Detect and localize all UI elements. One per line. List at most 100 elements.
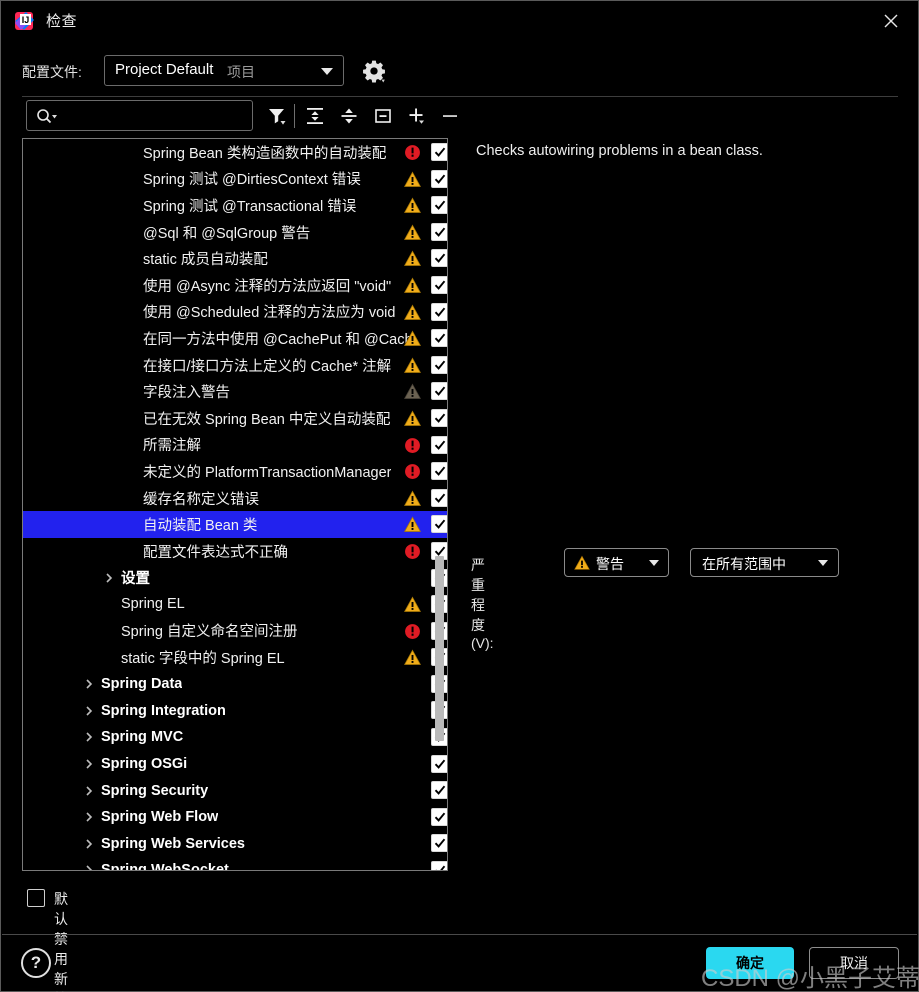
disable-new-inspections-checkbox[interactable] xyxy=(27,889,45,907)
tree-scrollbar-thumb[interactable] xyxy=(435,556,444,741)
tree-row-label: @Sql 和 @SqlGroup 警告 xyxy=(143,225,311,242)
svg-text:IJ: IJ xyxy=(22,15,30,25)
chevron-right-icon[interactable] xyxy=(81,783,97,799)
warning-icon xyxy=(404,250,421,267)
chevron-right-icon[interactable] xyxy=(81,729,97,745)
search-input[interactable] xyxy=(26,100,253,131)
error-icon xyxy=(404,623,421,640)
gear-icon[interactable] xyxy=(361,58,387,84)
tree-row[interactable]: static 字段中的 Spring EL xyxy=(23,644,447,671)
tree-row[interactable]: Spring 测试 @Transactional 错误 xyxy=(23,192,447,219)
header-divider xyxy=(22,96,898,97)
tree-row[interactable]: 在同一方法中使用 @CachePut 和 @Cacheable xyxy=(23,325,447,352)
severity-dropdown[interactable]: 警告 xyxy=(564,548,669,577)
tree-row[interactable]: Spring Web Services xyxy=(23,830,447,857)
tree-row-label: 已在无效 Spring Bean 中定义自动装配 xyxy=(143,411,391,428)
chevron-right-icon[interactable] xyxy=(81,862,97,870)
warning-icon xyxy=(404,410,421,427)
tree-row[interactable]: Spring 测试 @DirtiesContext 错误 xyxy=(23,166,447,193)
chevron-right-icon[interactable] xyxy=(101,570,117,586)
tree-row-label: 使用 @Scheduled 注释的方法应为 void xyxy=(143,305,396,322)
tree-row[interactable]: Spring Security xyxy=(23,777,447,804)
tree-row[interactable]: Spring MVC xyxy=(23,724,447,751)
tree-row-label: Spring Integration xyxy=(101,702,226,719)
tree-row-label: Spring 测试 @DirtiesContext 错误 xyxy=(143,172,361,189)
tree-row-label: Spring Web Flow xyxy=(101,809,219,826)
warning-icon xyxy=(404,357,421,374)
tree-row-label: 在同一方法中使用 @CachePut 和 @Cacheable xyxy=(143,331,411,348)
tree-row[interactable]: 设置 xyxy=(23,565,447,592)
chevron-right-icon[interactable] xyxy=(81,703,97,719)
expand-all-icon[interactable] xyxy=(301,101,329,131)
tree-row[interactable]: 配置文件表达式不正确 xyxy=(23,538,447,565)
profile-label: 配置文件: xyxy=(22,64,82,80)
inspections-tree[interactable]: Spring Bean 类构造函数中的自动装配 Spring 测试 @Dirtie… xyxy=(22,138,448,871)
tree-row-label: Spring 测试 @Transactional 错误 xyxy=(143,198,357,215)
warning-icon xyxy=(404,304,421,321)
reset-icon[interactable] xyxy=(369,101,397,131)
warning-icon xyxy=(404,649,421,666)
error-icon xyxy=(404,543,421,560)
inspection-description: Checks autowiring problems in a bean cla… xyxy=(476,143,763,159)
tree-row-label: Spring 自定义命名空间注册 xyxy=(121,624,298,641)
profile-dropdown[interactable]: Project Default 项目 xyxy=(104,55,344,86)
tree-row-label: 字段注入警告 xyxy=(143,385,230,402)
tree-row[interactable]: Spring WebSocket xyxy=(23,857,447,871)
chevron-right-icon[interactable] xyxy=(81,676,97,692)
window-title: 检查 xyxy=(46,13,78,30)
profile-value: Project Default xyxy=(115,61,214,78)
tree-row[interactable]: 未定义的 PlatformTransactionManager xyxy=(23,458,447,485)
ok-button[interactable]: 确定 xyxy=(706,947,794,979)
remove-icon[interactable] xyxy=(436,101,464,131)
tree-row-label: Spring OSGi xyxy=(101,755,188,772)
chevron-down-icon xyxy=(818,560,828,566)
tree-row[interactable]: Spring 自定义命名空间注册 xyxy=(23,618,447,645)
collapse-all-icon[interactable] xyxy=(335,101,363,131)
tree-row-label: 配置文件表达式不正确 xyxy=(143,544,288,561)
tree-row[interactable]: 已在无效 Spring Bean 中定义自动装配 xyxy=(23,405,447,432)
tree-row[interactable]: 字段注入警告 xyxy=(23,378,447,405)
tree-row[interactable]: Spring EL xyxy=(23,591,447,618)
tree-row[interactable]: Spring OSGi xyxy=(23,751,447,778)
tree-row[interactable]: Spring Web Flow xyxy=(23,804,447,831)
tree-row[interactable]: 使用 @Async 注释的方法应返回 "void" xyxy=(23,272,447,299)
tree-row[interactable]: 所需注解 xyxy=(23,432,447,459)
tree-row-label: Spring Data xyxy=(101,676,183,693)
tree-row[interactable]: Spring Bean 类构造函数中的自动装配 xyxy=(23,139,447,166)
tree-row[interactable]: 缓存名称定义错误 xyxy=(23,485,447,512)
chevron-right-icon[interactable] xyxy=(81,809,97,825)
error-icon xyxy=(404,463,421,480)
close-icon[interactable] xyxy=(872,7,910,35)
tree-row[interactable]: 使用 @Scheduled 注释的方法应为 void xyxy=(23,299,447,326)
title-bar: IJ 检查 xyxy=(1,1,918,41)
scope-dropdown[interactable]: 在所有范围中 xyxy=(690,548,839,577)
tree-row[interactable]: 自动装配 Bean 类 xyxy=(23,511,447,538)
error-icon xyxy=(404,144,421,161)
chevron-right-icon[interactable] xyxy=(81,756,97,772)
filter-icon[interactable] xyxy=(263,101,291,131)
tree-row[interactable]: Spring Integration xyxy=(23,697,447,724)
tree-row[interactable]: Spring Data xyxy=(23,671,447,698)
scope-value: 在所有范围中 xyxy=(702,556,786,572)
add-icon[interactable] xyxy=(403,101,431,131)
help-button[interactable]: ? xyxy=(21,948,51,978)
tree-row-label: 自动装配 Bean 类 xyxy=(143,518,258,535)
inspections-dialog: IJ 检查 配置文件: Project Default 项目 Spring Be… xyxy=(0,0,919,992)
chevron-right-icon[interactable] xyxy=(81,836,97,852)
tree-row[interactable]: 在接口/接口方法上定义的 Cache* 注解 xyxy=(23,352,447,379)
warning-icon xyxy=(404,224,421,241)
tree-row-label: 在接口/接口方法上定义的 Cache* 注解 xyxy=(143,358,392,375)
chevron-down-icon xyxy=(321,68,333,75)
cancel-button[interactable]: 取消 xyxy=(809,947,899,979)
tree-row-label: Spring WebSocket xyxy=(101,862,229,871)
tree-row[interactable]: @Sql 和 @SqlGroup 警告 xyxy=(23,219,447,246)
tree-viewport: Spring Bean 类构造函数中的自动装配 Spring 测试 @Dirtie… xyxy=(23,139,447,870)
tree-row-label: Spring EL xyxy=(121,596,185,613)
tree-row-label: static 成员自动装配 xyxy=(143,252,268,269)
tree-row[interactable]: static 成员自动装配 xyxy=(23,245,447,272)
profile-scope-suffix: 项目 xyxy=(227,64,255,80)
tree-row-label: 使用 @Async 注释的方法应返回 "void" xyxy=(143,278,392,295)
tree-row-label: 缓存名称定义错误 xyxy=(143,491,259,508)
warning-icon xyxy=(574,555,590,571)
tree-scrollbar[interactable] xyxy=(434,139,445,870)
